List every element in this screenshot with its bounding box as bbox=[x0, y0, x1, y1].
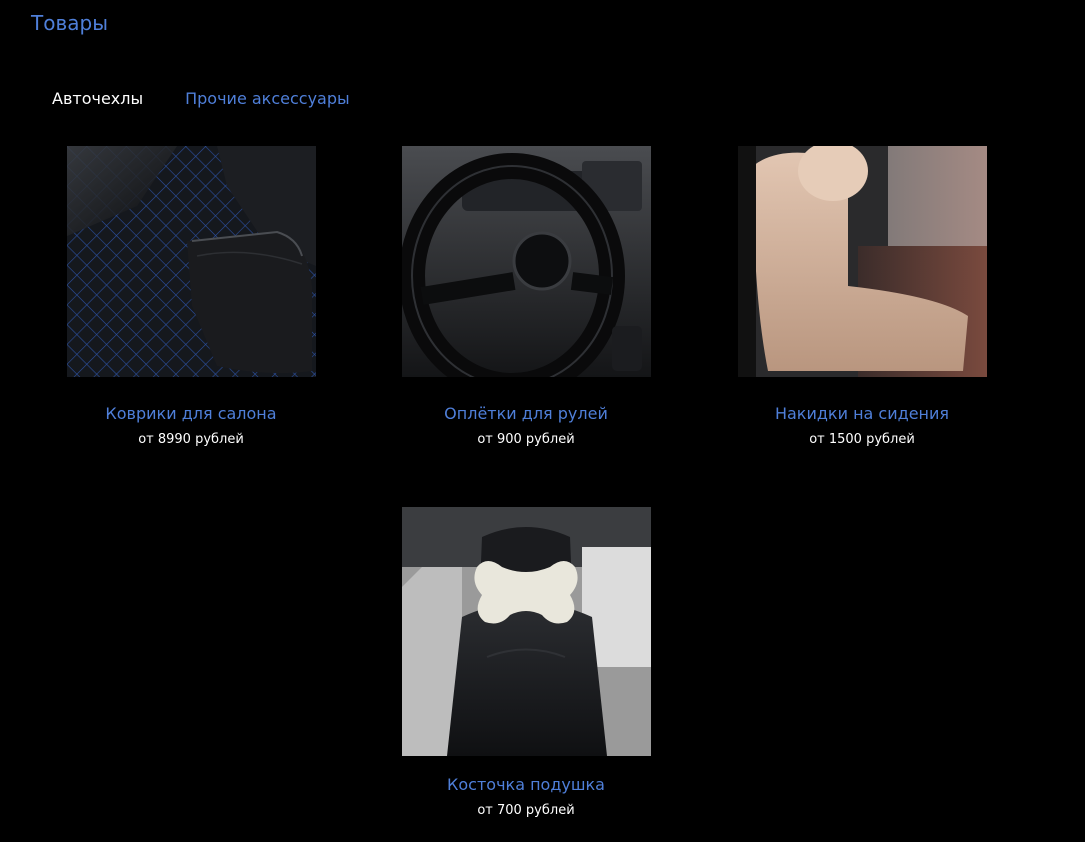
product-price: от 900 рублей bbox=[477, 432, 575, 447]
product-card: Косточка подушка от 700 рублей bbox=[401, 507, 651, 818]
mat-photo-icon bbox=[66, 146, 316, 377]
product-card: Накидки на сидения от 1500 рублей bbox=[737, 146, 987, 447]
seat-cover-photo-icon bbox=[737, 146, 987, 377]
product-name[interactable]: Оплётки для рулей bbox=[401, 404, 651, 423]
product-card: Оплётки для рулей от 900 рублей bbox=[401, 146, 651, 447]
product-image-steering[interactable] bbox=[401, 146, 651, 377]
steering-wheel-photo-icon bbox=[401, 146, 651, 377]
product-price: от 700 рублей bbox=[477, 803, 575, 818]
pillow-photo-icon bbox=[401, 507, 651, 756]
product-name[interactable]: Косточка подушка bbox=[401, 775, 651, 794]
product-image-pillow[interactable] bbox=[401, 507, 651, 756]
product-image-seat-cover[interactable] bbox=[737, 146, 987, 377]
product-price: от 1500 рублей bbox=[809, 432, 915, 447]
product-price: от 8990 рублей bbox=[138, 432, 244, 447]
page-title[interactable]: Товары bbox=[31, 11, 108, 35]
product-name[interactable]: Коврики для салона bbox=[66, 404, 316, 423]
tab-avtochehly[interactable]: Авточехлы bbox=[52, 89, 143, 108]
tab-other-accessories[interactable]: Прочие аксессуары bbox=[185, 89, 350, 108]
product-image-mats[interactable] bbox=[66, 146, 316, 377]
page: Товары Авточехлы Прочие аксессуары Коври… bbox=[0, 0, 1085, 842]
product-card: Коврики для салона от 8990 рублей bbox=[66, 146, 316, 447]
product-name[interactable]: Накидки на сидения bbox=[737, 404, 987, 423]
category-tabs: Авточехлы Прочие аксессуары bbox=[52, 89, 350, 108]
